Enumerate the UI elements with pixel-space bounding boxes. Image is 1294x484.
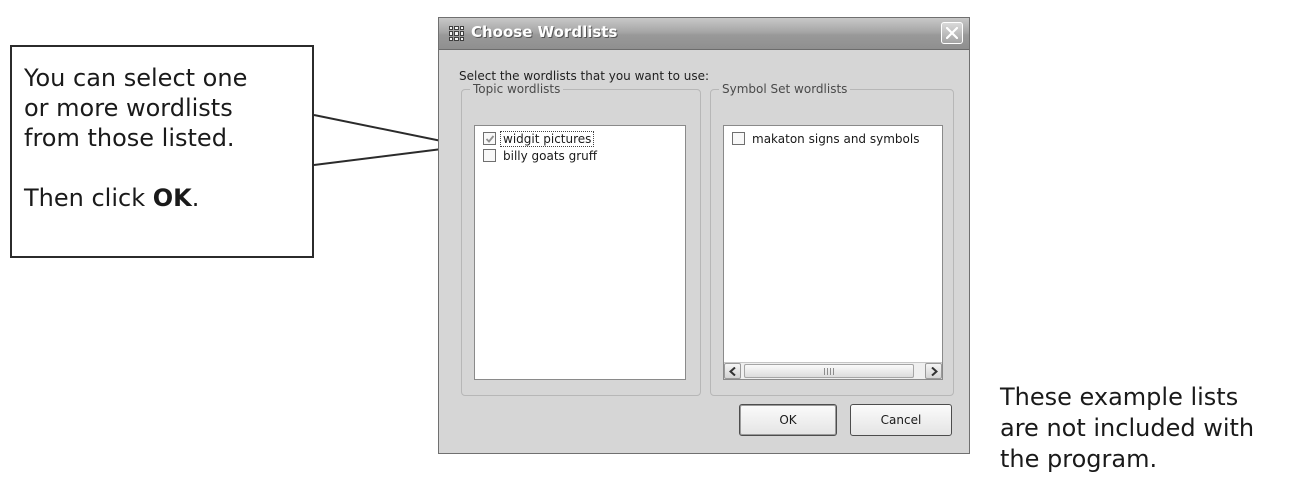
callout-line-2: or more wordlists bbox=[24, 94, 233, 122]
callout-line-1: You can select one bbox=[24, 64, 248, 92]
billy-goats-gruff-checkbox[interactable] bbox=[483, 149, 496, 162]
chevron-left-icon bbox=[729, 367, 736, 376]
callout-then-bold: OK bbox=[152, 184, 192, 212]
makaton-signs-and-symbols-checkbox[interactable] bbox=[732, 132, 745, 145]
cancel-button[interactable]: Cancel bbox=[850, 404, 952, 436]
note-line-3: the program. bbox=[1000, 445, 1158, 473]
topic-wordlists-label: Topic wordlists bbox=[470, 82, 564, 96]
callout-line-3: from those listed. bbox=[24, 124, 235, 152]
widgit-pictures-label[interactable]: widgit pictures bbox=[499, 130, 595, 147]
makaton-signs-and-symbols-label[interactable]: makaton signs and symbols bbox=[750, 132, 921, 146]
symbol-set-wordlists-listbox[interactable]: makaton signs and symbols bbox=[723, 125, 943, 380]
note-line-1: These example lists bbox=[1000, 383, 1239, 411]
list-item-widgit-pictures[interactable]: widgit pictures bbox=[475, 130, 685, 147]
callout-then-suffix: . bbox=[191, 184, 200, 212]
wordlist-grid-icon bbox=[449, 26, 464, 41]
billy-goats-gruff-label[interactable]: billy goats gruff bbox=[501, 149, 599, 163]
note-text: These example lists are not included wit… bbox=[1000, 382, 1294, 475]
grip-icon bbox=[824, 368, 835, 375]
symbol-set-wordlists-label: Symbol Set wordlists bbox=[719, 82, 851, 96]
ok-button[interactable]: OK bbox=[739, 404, 837, 436]
topic-wordlists-listbox[interactable]: widgit pictures billy goats gruff bbox=[474, 125, 686, 380]
scroll-right-button[interactable] bbox=[925, 363, 942, 379]
widgit-pictures-checkbox[interactable] bbox=[483, 132, 496, 145]
scrollbar-thumb[interactable] bbox=[744, 364, 914, 378]
list-item-billy-goats-gruff[interactable]: billy goats gruff bbox=[475, 147, 685, 164]
horizontal-scrollbar[interactable] bbox=[724, 362, 942, 379]
callout-then-prefix: Then click bbox=[24, 184, 153, 212]
checkmark-icon bbox=[485, 135, 495, 143]
close-icon bbox=[946, 27, 958, 39]
dialog-title: Choose Wordlists bbox=[471, 23, 618, 41]
topic-wordlists-group: Topic wordlists widgit pictures billy go… bbox=[461, 82, 701, 396]
title-bar[interactable]: Choose Wordlists bbox=[439, 18, 969, 50]
instruction-text: Select the wordlists that you want to us… bbox=[459, 69, 710, 83]
scroll-left-button[interactable] bbox=[724, 363, 741, 379]
list-item-makaton-signs-and-symbols[interactable]: makaton signs and symbols bbox=[724, 130, 942, 147]
close-button[interactable] bbox=[941, 22, 963, 44]
choose-wordlists-dialog: Choose Wordlists Select the wordlists th… bbox=[438, 17, 970, 454]
note-line-2: are not included with bbox=[1000, 414, 1255, 442]
callout-then-line: Then click OK. bbox=[24, 183, 312, 213]
callout-box: You can select one or more wordlists fro… bbox=[10, 45, 314, 258]
chevron-right-icon bbox=[931, 367, 938, 376]
symbol-set-wordlists-group: Symbol Set wordlists makaton signs and s… bbox=[710, 82, 954, 396]
